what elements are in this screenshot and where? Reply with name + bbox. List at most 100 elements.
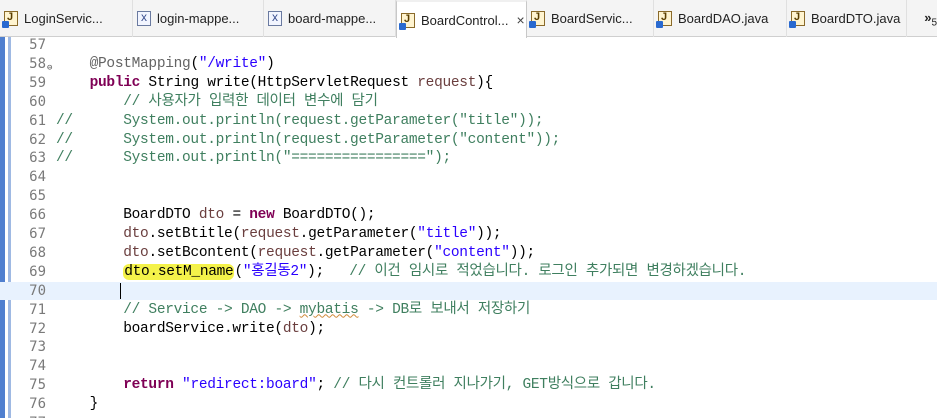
line-number: 60 xyxy=(29,93,46,110)
code-token: ; xyxy=(316,377,334,394)
code-line[interactable]: 74 xyxy=(0,357,937,375)
hidden-tab-count: 5 xyxy=(931,17,937,29)
code-line[interactable]: 73 xyxy=(0,338,937,356)
line-number: 76 xyxy=(29,396,46,413)
code-text: } xyxy=(56,395,99,413)
code-text: boardService.write(dto); xyxy=(56,320,325,338)
line-number: 64 xyxy=(29,169,46,186)
code-text: // Service -> DAO -> mybatis -> DB로 보내서 … xyxy=(56,301,530,319)
code-token: // 다시 컨트롤러 지나가기, GET방식으로 갑니다. xyxy=(333,377,656,394)
close-icon[interactable]: × xyxy=(516,12,524,28)
tab-label: board-mappe... xyxy=(288,11,377,26)
editor-tab-bar: LoginServic... login-mappe... board-mapp… xyxy=(0,0,937,38)
code-text: public String write(HttpServletRequest r… xyxy=(56,74,494,92)
java-file-icon xyxy=(399,12,415,30)
code-line[interactable]: 69 dto.setM_name("홍길동2"); // 이건 임시로 적었습니… xyxy=(0,263,937,281)
tab-boarddao[interactable]: BoardDAO.java xyxy=(654,0,787,37)
code-line[interactable]: 57 xyxy=(0,36,937,54)
code-token: "title" xyxy=(417,226,477,242)
code-line[interactable]: 65 xyxy=(0,187,937,205)
code-text: // System.out.println(request.getParamet… xyxy=(56,112,544,130)
code-token: -> DB로 보내서 저장하기 xyxy=(358,301,530,318)
code-line[interactable]: 62 // System.out.println(request.getParam… xyxy=(0,131,937,149)
line-number: 65 xyxy=(29,188,46,205)
code-line[interactable]: 59 public String write(HttpServletReques… xyxy=(0,74,937,92)
tab-label: LoginServic... xyxy=(24,11,103,26)
tab-label: BoardServic... xyxy=(551,11,633,26)
code-token: request xyxy=(257,244,317,261)
code-token: dto xyxy=(123,226,149,242)
line-number: 63 xyxy=(29,150,46,167)
code-line[interactable]: 68 dto.setBcontent(request.getParameter(… xyxy=(0,244,937,262)
line-number: 72 xyxy=(29,320,46,337)
code-token: // System.out.println(request.getParamet… xyxy=(56,112,544,129)
code-token: request xyxy=(417,74,477,91)
xml-file-icon xyxy=(268,10,282,26)
tab-label: BoardDAO.java xyxy=(678,11,769,26)
code-line[interactable]: 72 boardService.write(dto); xyxy=(0,320,937,338)
tab-login-mapper[interactable]: login-mappe... xyxy=(133,0,264,37)
tab-board-mapper[interactable]: board-mappe... xyxy=(264,0,396,37)
line-number: 62 xyxy=(29,131,46,148)
tab-loginservice[interactable]: LoginServic... xyxy=(0,0,133,37)
code-text: // 사용자가 입력한 데이터 변수에 담기 xyxy=(56,93,378,111)
code-token: // Service -> DAO -> xyxy=(123,301,300,318)
code-token: dto xyxy=(282,320,309,337)
code-line[interactable]: 63 // System.out.println("===============… xyxy=(0,149,937,167)
xml-file-icon xyxy=(137,10,151,26)
line-number: 61 xyxy=(29,112,46,129)
code-text: dto.setM_name("홍길동2"); // 이건 임시로 적었습니다. … xyxy=(56,263,746,281)
code-token: .getParameter( xyxy=(299,226,418,242)
tab-boardservice[interactable]: BoardServic... xyxy=(527,0,654,37)
tab-overflow-button[interactable]: »5 xyxy=(924,10,937,28)
code-token: public xyxy=(89,74,141,91)
code-line[interactable]: 76 } xyxy=(0,395,937,413)
code-line[interactable]: 66 BoardDTO dto = new BoardDTO(); xyxy=(0,206,937,224)
code-editor[interactable]: 57 58 ⊖ @PostMapping("/write") 59 public St… xyxy=(0,37,937,418)
code-token: // 사용자가 입력한 데이터 변수에 담기 xyxy=(123,93,378,110)
tab-boardcontroller[interactable]: BoardControl... × xyxy=(396,0,527,38)
line-number: 70 xyxy=(29,282,46,299)
code-text: dto.setBcontent(request.getParameter("co… xyxy=(56,244,535,262)
line-number: 74 xyxy=(29,358,46,375)
code-line[interactable]: 64 xyxy=(0,168,937,186)
code-token: .setBtitle( xyxy=(148,226,241,242)
code-token: } xyxy=(56,396,99,413)
code-token: BoardDTO(); xyxy=(274,207,376,224)
code-token: // System.out.println("================"… xyxy=(56,150,451,167)
code-line[interactable]: 61 // System.out.println(request.getParam… xyxy=(0,112,937,130)
code-line[interactable]: 60 // 사용자가 입력한 데이터 변수에 담기 xyxy=(0,93,937,111)
code-line[interactable]: 77 xyxy=(0,414,937,418)
code-token: ); xyxy=(307,263,350,280)
code-token: String write(HttpServletRequest xyxy=(140,74,418,91)
line-number: 58 xyxy=(29,55,46,72)
code-line[interactable]: 58 ⊖ @PostMapping("/write") xyxy=(0,55,937,73)
tab-boarddto[interactable]: BoardDTO.java xyxy=(787,0,907,37)
code-text: return "redirect:board"; // 다시 컨트롤러 지나가기… xyxy=(56,376,656,394)
code-token: )); xyxy=(509,244,536,261)
code-text: dto.setBtitle(request.getParameter("titl… xyxy=(56,225,501,243)
code-token: .setBcontent( xyxy=(148,244,258,261)
line-number: 77 xyxy=(14,414,46,418)
code-text: // System.out.println("================"… xyxy=(56,149,451,167)
line-number: 71 xyxy=(29,301,46,318)
tab-label: BoardDTO.java xyxy=(811,11,901,26)
code-line[interactable]: 67 dto.setBtitle(request.getParameter("t… xyxy=(0,225,937,243)
code-token: "content" xyxy=(434,244,510,261)
code-token: mybatis xyxy=(299,301,359,318)
code-token: request xyxy=(240,226,300,242)
code-token: = xyxy=(224,207,250,224)
code-line[interactable]: 71 // Service -> DAO -> mybatis -> DB로 보… xyxy=(0,301,937,319)
code-token: )); xyxy=(476,226,502,242)
code-line[interactable]: 75 return "redirect:board"; // 다시 컨트롤러 지… xyxy=(0,376,937,394)
code-token: "홍길동2" xyxy=(242,263,308,280)
code-line[interactable]: 70 xyxy=(0,281,937,300)
java-file-icon xyxy=(656,11,672,28)
